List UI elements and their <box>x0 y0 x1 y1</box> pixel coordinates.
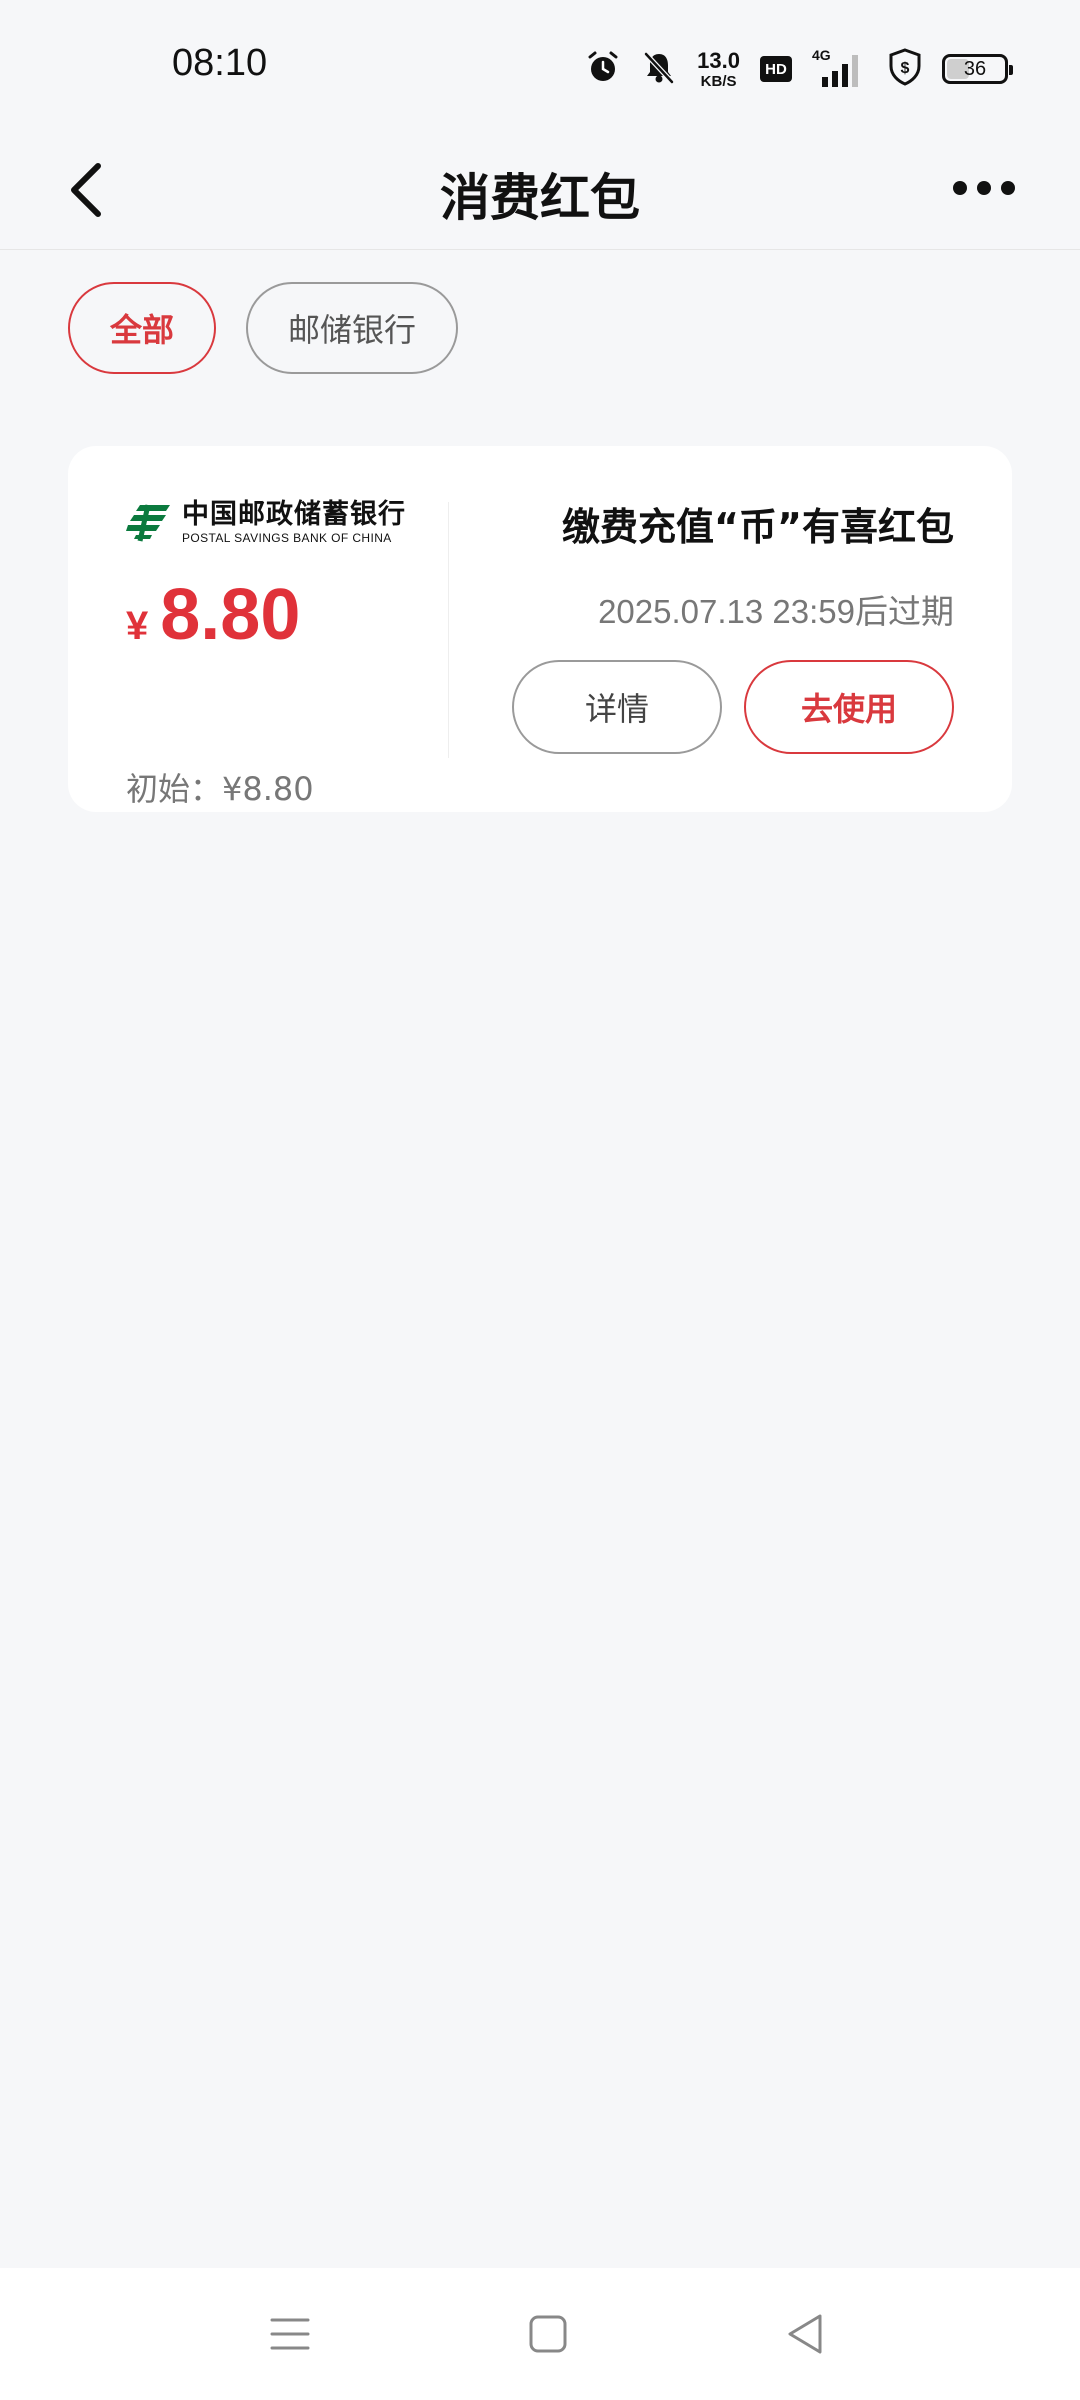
more-dots-icon <box>953 181 1015 195</box>
back-triangle-icon[interactable] <box>778 2306 834 2362</box>
currency-symbol: ¥ <box>126 604 149 648</box>
net-speed-unit: KB/S <box>700 72 737 90</box>
system-nav-bar <box>0 2268 1080 2400</box>
battery-level-text: 36 <box>963 57 987 80</box>
battery-icon: 36 <box>942 54 1013 84</box>
coupon-title: 缴费充值“币”有喜红包 <box>562 505 954 549</box>
mute-bell-icon <box>641 49 677 89</box>
filter-chips: 全部 邮储银行 <box>68 282 458 374</box>
card-divider <box>448 502 449 758</box>
card-actions: 详情 去使用 <box>512 660 954 754</box>
net-speed: 13.0 KB/S <box>697 47 740 90</box>
menu-icon[interactable] <box>262 2306 318 2362</box>
bank-name-cn: 中国邮政储蓄银行 <box>182 498 406 530</box>
bank-logo: 中国邮政储蓄银行 POSTAL SAVINGS BANK OF CHINA <box>126 500 466 544</box>
amount-row: ¥ 8.80 <box>126 574 300 656</box>
signal-icon: 4G <box>812 47 868 89</box>
bank-name: 中国邮政储蓄银行 POSTAL SAVINGS BANK OF CHINA <box>182 501 406 544</box>
coupon-expire: 2025.07.13 23:59后过期 <box>598 593 954 630</box>
alarm-icon <box>585 49 621 89</box>
page-title: 消费红包 <box>440 169 640 227</box>
status-time: 08:10 <box>172 42 268 84</box>
filter-chip-bank[interactable]: 邮储银行 <box>246 282 458 374</box>
coupon-card[interactable]: 中国邮政储蓄银行 POSTAL SAVINGS BANK OF CHINA ¥ … <box>68 446 1012 812</box>
more-button[interactable] <box>948 168 1020 208</box>
nav-bar: 消费红包 <box>0 130 1080 250</box>
coupon-left: 中国邮政储蓄银行 POSTAL SAVINGS BANK OF CHINA ¥ … <box>126 500 466 808</box>
net-speed-value: 13.0 <box>697 47 740 73</box>
hd-badge: HD <box>760 56 792 82</box>
filter-chip-all[interactable]: 全部 <box>68 282 216 374</box>
bank-name-en: POSTAL SAVINGS BANK OF CHINA <box>182 530 392 545</box>
shield-dollar-icon: $ <box>888 48 922 90</box>
svg-text:$: $ <box>901 60 910 77</box>
status-icons: 13.0 KB/S HD 4G $ 36 <box>585 44 1013 94</box>
detail-button[interactable]: 详情 <box>512 660 722 754</box>
bank-logo-icon <box>126 504 170 542</box>
use-button[interactable]: 去使用 <box>744 660 954 754</box>
coupon-right: 缴费充值“币”有喜红包 2025.07.13 23:59后过期 <box>474 496 954 633</box>
status-bar: 08:10 13.0 KB/S HD 4G $ 36 <box>0 0 1080 130</box>
screen: 08:10 13.0 KB/S HD 4G $ 36 消费红包 全部 邮储银行 … <box>0 0 1080 2400</box>
home-square-icon[interactable] <box>520 2306 576 2362</box>
initial-amount: 初始：¥8.80 <box>126 770 314 808</box>
coupon-amount: 8.80 <box>160 575 301 655</box>
